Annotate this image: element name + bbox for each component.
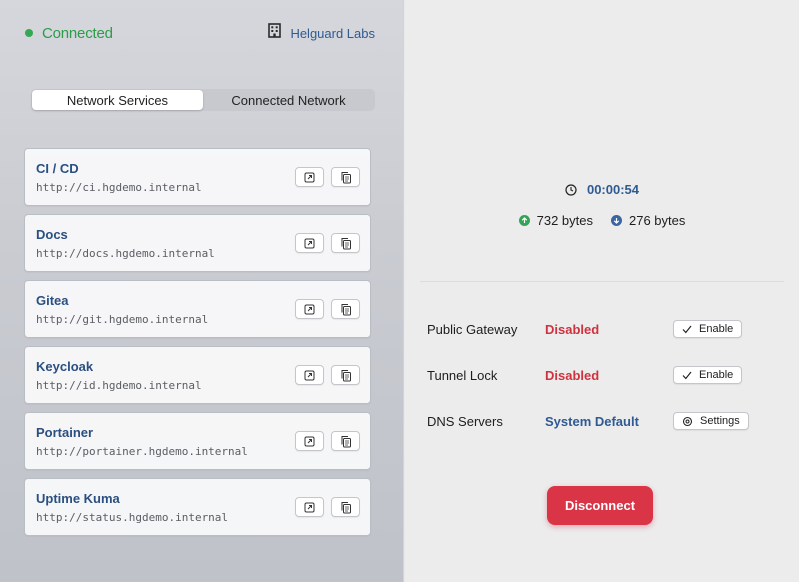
uploaded-bytes: 732 bytes [536,213,593,228]
copy-icon [341,435,351,447]
service-card: Portainer http://portainer.hgdemo.intern… [24,412,371,470]
open-link-button[interactable] [295,365,324,385]
setting-value: Disabled [545,367,600,383]
button-label: Settings [700,415,740,427]
external-link-icon [304,172,315,182]
copy-icon [341,369,351,381]
organization[interactable]: Helguard Labs [268,23,375,43]
service-url: http://docs.hgdemo.internal [36,247,215,260]
setting-label: DNS Servers [427,413,503,429]
service-name: CI / CD [36,161,79,176]
copy-icon [341,501,351,513]
service-card: Docs http://docs.hgdemo.internal [24,214,371,272]
downloaded-bytes: 276 bytes [629,213,686,228]
divider [420,281,784,282]
enable-tunnel-lock-button[interactable]: Enable [673,366,743,384]
upload-stat: 732 bytes [518,213,593,228]
setting-tunnel-lock: Tunnel Lock Disabled Enable [427,365,799,385]
upload-arrow-icon [518,215,530,226]
copy-url-button[interactable] [331,497,360,517]
status-text: Connected [42,24,113,42]
organization-name: Helguard Labs [290,25,375,41]
service-name: Portainer [36,425,94,440]
clock-icon [565,183,577,196]
checkmark-icon [682,371,692,379]
service-name: Docs [36,227,68,242]
button-label: Enable [699,369,734,381]
services-panel: Connected Helguard Labs Network Services… [0,0,404,582]
open-link-button[interactable] [295,299,324,319]
copy-url-button[interactable] [331,167,360,187]
service-card: CI / CD http://ci.hgdemo.internal [24,148,371,206]
service-card: Keycloak http://id.hgdemo.internal [24,346,371,404]
session-timer: 00:00:54 [405,182,799,197]
setting-dns-servers: DNS Servers System Default Settings [427,411,799,431]
service-list: CI / CD http://ci.hgdemo.internal Docs h… [24,148,371,544]
service-name: Gitea [36,293,69,308]
open-link-button[interactable] [295,431,324,451]
external-link-icon [304,304,315,314]
gear-icon [682,416,693,426]
service-url: http://ci.hgdemo.internal [36,181,202,194]
copy-url-button[interactable] [331,431,360,451]
button-label: Enable [699,323,734,335]
copy-icon [341,171,351,183]
setting-label: Public Gateway [427,321,518,337]
external-link-icon [304,370,315,380]
copy-icon [341,237,351,249]
copy-url-button[interactable] [331,299,360,319]
download-stat: 276 bytes [611,213,685,228]
status-dot-icon [25,29,33,37]
session-duration: 00:00:54 [586,182,640,197]
view-tabs: Network Services Connected Network [31,89,375,111]
service-name: Keycloak [36,359,94,374]
tab-connected-network[interactable]: Connected Network [203,90,374,110]
open-link-button[interactable] [295,167,324,187]
setting-value: System Default [545,413,639,429]
connection-panel: 00:00:54 732 bytes 276 bytes Public Gate… [405,0,799,582]
external-link-icon [304,502,315,512]
service-url: http://status.hgdemo.internal [36,511,229,524]
external-link-icon [304,436,315,446]
connection-status: Connected [25,23,113,43]
service-card: Gitea http://git.hgdemo.internal [24,280,371,338]
service-url: http://portainer.hgdemo.internal [36,445,248,458]
setting-value: Disabled [545,321,600,337]
building-icon [268,23,282,43]
open-link-button[interactable] [295,233,324,253]
copy-url-button[interactable] [331,233,360,253]
tab-network-services[interactable]: Network Services [32,90,203,110]
service-url: http://git.hgdemo.internal [36,313,209,326]
open-link-button[interactable] [295,497,324,517]
service-name: Uptime Kuma [36,491,120,506]
service-card: Uptime Kuma http://status.hgdemo.interna… [24,478,371,536]
checkmark-icon [682,325,692,333]
service-url: http://id.hgdemo.internal [36,379,202,392]
traffic-stats: 732 bytes 276 bytes [405,213,799,228]
enable-public-gateway-button[interactable]: Enable [673,320,743,338]
setting-label: Tunnel Lock [427,367,498,383]
disconnect-button[interactable]: Disconnect [547,486,653,525]
copy-url-button[interactable] [331,365,360,385]
dns-settings-button[interactable]: Settings [673,412,749,430]
external-link-icon [304,238,315,248]
setting-public-gateway: Public Gateway Disabled Enable [427,319,799,339]
copy-icon [341,303,351,315]
download-arrow-icon [611,215,622,226]
